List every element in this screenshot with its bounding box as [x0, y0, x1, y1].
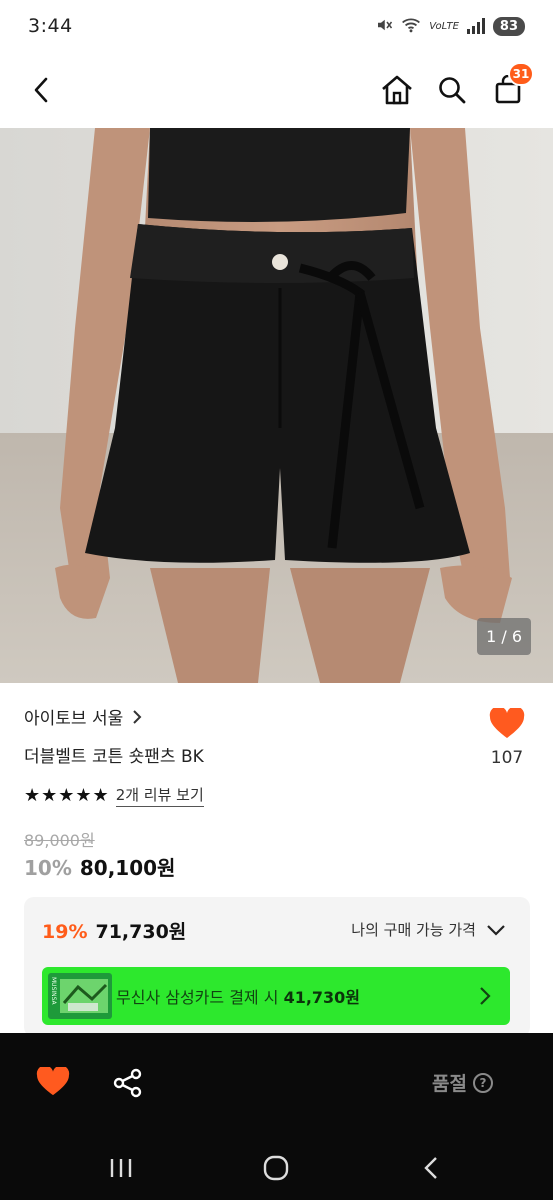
system-nav-bar: [0, 1133, 553, 1200]
soldout-label: 품절: [432, 1073, 467, 1095]
like-button[interactable]: 107: [487, 706, 527, 768]
product-name: 더블벨트 코튼 숏팬츠 BK: [24, 747, 204, 767]
bottom-like-button[interactable]: [36, 1065, 70, 1101]
my-price-label: 나의 구매 가능 가격: [351, 921, 476, 939]
signal-icon: [466, 18, 485, 34]
my-price-toggle[interactable]: 나의 구매 가능 가격: [351, 919, 506, 940]
volte-label: VoLTE: [429, 20, 459, 32]
soldout-status[interactable]: 품절 ?: [432, 1069, 493, 1096]
my-price: 71,730원: [95, 921, 187, 943]
discount-rate: 10%: [24, 856, 72, 880]
status-icons: VoLTE 83: [375, 16, 525, 37]
battery-indicator: 83: [492, 16, 525, 36]
recents-button[interactable]: [106, 1153, 136, 1183]
wifi-icon: [401, 16, 421, 37]
my-discount-rate: 19%: [42, 921, 88, 943]
chevron-right-icon: [133, 709, 142, 724]
sale-price: 80,100원: [79, 856, 176, 880]
home-button[interactable]: [377, 70, 417, 110]
top-nav: 31: [0, 52, 553, 128]
search-icon: [439, 77, 466, 104]
rating-stars: ★★★★★: [24, 785, 110, 806]
card-logo-text: MUSINSA: [50, 977, 57, 1005]
chevron-left-icon: [34, 77, 48, 103]
home-circle-icon: [263, 1155, 289, 1181]
home-icon: [382, 75, 412, 105]
status-bar: 3:44 VoLTE 83: [0, 0, 553, 52]
cart-button[interactable]: 31: [488, 62, 534, 110]
rating-row: ★★★★★ 2개 리뷰 보기: [24, 784, 204, 807]
original-price: 89,000원: [24, 831, 95, 850]
search-button[interactable]: [432, 70, 472, 110]
product-image[interactable]: 1 / 6: [0, 128, 553, 683]
cart-count-badge: 31: [508, 62, 534, 86]
recents-icon: [110, 1159, 132, 1177]
card-thumbnail: MUSINSA: [48, 973, 112, 1019]
benefit-box: 19% 71,730원 나의 구매 가능 가격 MUSINSA 무신사 삼성카드…: [24, 897, 530, 1037]
price-row: 10% 80,100원: [24, 852, 175, 881]
review-link[interactable]: 2개 리뷰 보기: [115, 784, 204, 807]
like-count: 107: [490, 748, 524, 768]
share-icon: [113, 1068, 142, 1098]
back-system-button[interactable]: [416, 1153, 446, 1183]
my-price-row: 19% 71,730원: [42, 917, 186, 944]
share-button[interactable]: [112, 1067, 144, 1103]
chevron-right-icon: [480, 987, 491, 1005]
back-arrow-icon: [424, 1157, 437, 1179]
card-promo-banner[interactable]: MUSINSA 무신사 삼성카드 결제 시 41,730원: [42, 967, 510, 1025]
heart-icon: [489, 706, 525, 738]
product-photo: [0, 128, 553, 683]
heart-icon: [36, 1065, 70, 1096]
brand-link[interactable]: 아이토브 서울: [24, 704, 143, 729]
card-promo-text: 무신사 삼성카드 결제 시 41,730원: [116, 988, 361, 1007]
help-icon: ?: [473, 1072, 493, 1093]
image-counter: 1 / 6: [477, 618, 531, 655]
home-system-button[interactable]: [261, 1153, 291, 1183]
bottom-action-bar: 품절 ?: [0, 1033, 553, 1133]
back-button[interactable]: [22, 70, 62, 110]
brand-name: 아이토브 서울: [24, 709, 124, 729]
mute-icon: [375, 16, 393, 37]
status-time: 3:44: [28, 15, 73, 37]
chevron-down-icon: [487, 924, 505, 936]
